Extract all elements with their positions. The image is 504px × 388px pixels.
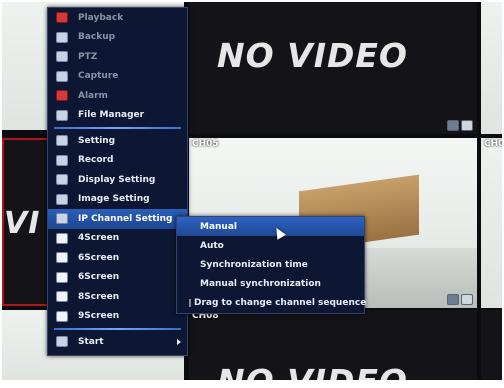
menu-item-label: Display Setting: [78, 174, 156, 185]
menu-item-8screen[interactable]: 8Screen: [48, 287, 187, 307]
submenu-arrow-icon: [177, 338, 181, 345]
menu-item-ip-channel-setting[interactable]: IP Channel Setting: [48, 209, 187, 229]
submenu-item-label: Drag to change channel sequence: [194, 297, 367, 308]
menu-item-label: Backup: [78, 32, 116, 43]
submenu-item-manual[interactable]: Manual: [177, 217, 364, 236]
nvr-screen: NO VIDEO VI CH05 CH06 CH08 NO VIDEO Play…: [2, 2, 502, 380]
menu-item-label: Capture: [78, 71, 119, 82]
ip-channel-submenu: Manual Auto Synchronization time Manual syn…: [176, 216, 367, 314]
display-setting-icon: [56, 174, 68, 186]
six-screen-icon: [56, 252, 68, 264]
menu-item-label: Alarm: [78, 90, 108, 101]
channel-label: CH05: [192, 139, 219, 149]
submenu-item-manual-synchronization[interactable]: Manual synchronization: [177, 274, 364, 293]
tile-status-icons: [447, 120, 473, 131]
submenu-item-label: Synchronization time: [200, 259, 308, 270]
six-screen-icon: [56, 271, 68, 283]
menu-item-4screen[interactable]: 4Screen: [48, 229, 187, 249]
submenu-item-label: Manual: [200, 221, 238, 232]
start-icon: [56, 336, 68, 348]
record-status-icon: [447, 120, 459, 131]
menu-item-display-setting[interactable]: Display Setting: [48, 170, 187, 190]
menu-item-6screen[interactable]: 6Screen: [48, 248, 187, 268]
menu-item-label: File Manager: [78, 110, 145, 121]
menu-item-label: 8Screen: [78, 291, 120, 302]
menu-item-record[interactable]: Record: [48, 151, 187, 171]
file-manager-icon: [56, 109, 68, 121]
menu-item-capture[interactable]: Capture: [48, 67, 187, 87]
photo-bottom-edge: [0, 380, 504, 388]
menu-item-label: 6Screen: [78, 272, 120, 283]
backup-icon: [56, 31, 68, 43]
capture-icon: [56, 70, 68, 82]
checkbox-icon[interactable]: [189, 298, 191, 307]
audio-status-icon: [461, 294, 473, 305]
menu-item-label: Start: [78, 336, 104, 347]
record-status-icon: [447, 294, 459, 305]
camera-tile-ch02[interactable]: NO VIDEO: [189, 2, 477, 134]
no-video-text: NO VIDEO: [217, 362, 408, 380]
menu-item-playback[interactable]: Playback: [48, 8, 187, 28]
menu-item-alarm[interactable]: Alarm: [48, 86, 187, 106]
submenu-item-label: Auto: [200, 240, 224, 251]
tile-status-icons: [447, 294, 473, 305]
menu-item-6screen[interactable]: 6Screen: [48, 268, 187, 288]
ip-channel-icon: [56, 213, 68, 225]
menu-item-label: Playback: [78, 12, 124, 23]
submenu-item-synchronization-time[interactable]: Synchronization time: [177, 255, 364, 274]
image-setting-icon: [56, 193, 68, 205]
audio-status-icon: [461, 120, 473, 131]
no-video-text: NO VIDEO: [217, 36, 408, 75]
menu-item-label: Image Setting: [78, 194, 150, 205]
camera-tile-ch08[interactable]: CH08 NO VIDEO: [189, 310, 477, 380]
menu-item-start[interactable]: Start: [48, 332, 187, 352]
submenu-item-auto[interactable]: Auto: [177, 236, 364, 255]
submenu-item-label: Manual synchronization: [200, 278, 321, 289]
playback-icon: [56, 12, 68, 24]
menu-item-label: Setting: [78, 135, 116, 146]
menu-item-label: 9Screen: [78, 311, 120, 322]
menu-item-label: PTZ: [78, 51, 98, 62]
menu-item-setting[interactable]: Setting: [48, 131, 187, 151]
eight-screen-icon: [56, 291, 68, 303]
no-video-partial-text: VI: [4, 206, 41, 241]
menu-item-file-manager[interactable]: File Manager: [48, 106, 187, 126]
nine-screen-icon: [56, 310, 68, 322]
channel-label: CH06: [484, 139, 502, 149]
menu-item-label: 6Screen: [78, 252, 120, 263]
menu-separator: [54, 328, 181, 330]
alarm-icon: [56, 90, 68, 102]
menu-item-label: Record: [78, 155, 114, 166]
camera-tile-ch06[interactable]: CH06: [481, 138, 502, 308]
record-icon: [56, 154, 68, 166]
camera-tile-ch03[interactable]: [481, 2, 502, 134]
camera-tile-ch09[interactable]: [481, 310, 502, 380]
menu-item-9screen[interactable]: 9Screen: [48, 307, 187, 327]
ptz-icon: [56, 51, 68, 63]
menu-item-backup[interactable]: Backup: [48, 28, 187, 48]
menu-separator: [54, 127, 181, 129]
menu-item-label: 4Screen: [78, 233, 120, 244]
menu-item-ptz[interactable]: PTZ: [48, 47, 187, 67]
menu-item-image-setting[interactable]: Image Setting: [48, 190, 187, 210]
submenu-item-drag-to-change-channel-sequence[interactable]: Drag to change channel sequence: [177, 293, 367, 312]
setting-icon: [56, 135, 68, 147]
main-menu: Playback Backup PTZ Capture Alarm File Manage…: [47, 7, 188, 356]
four-screen-icon: [56, 232, 68, 244]
menu-item-label: IP Channel Setting: [78, 213, 173, 224]
